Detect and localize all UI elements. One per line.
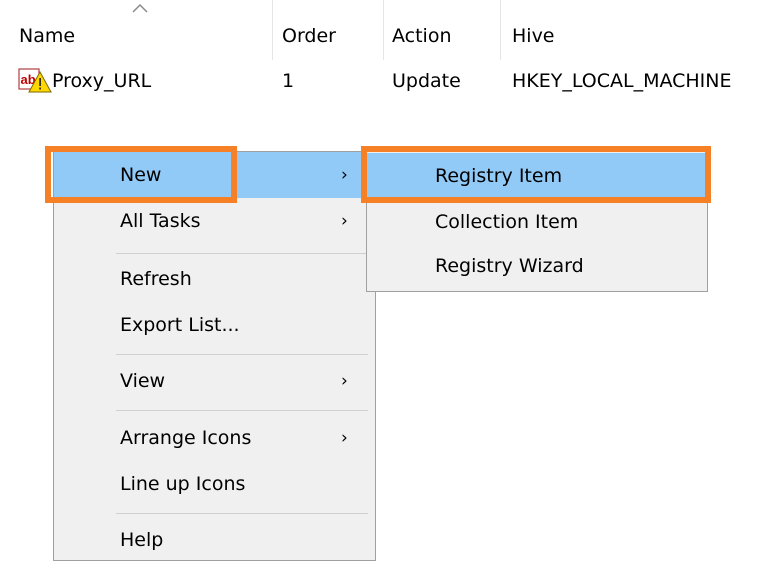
column-divider[interactable] xyxy=(383,0,384,60)
cell-order: 1 xyxy=(282,70,295,92)
submenu-item-registry-wizard[interactable]: Registry Wizard xyxy=(367,243,707,289)
column-divider[interactable] xyxy=(272,0,273,60)
new-submenu: Registry Item Collection Item Registry W… xyxy=(366,151,708,292)
cell-name: Proxy_URL xyxy=(52,70,152,92)
menu-item-new[interactable]: New › xyxy=(54,152,375,198)
submenu-item-registry-item[interactable]: Registry Item xyxy=(367,153,707,199)
menu-separator xyxy=(116,513,368,514)
menu-item-label: View xyxy=(120,370,166,392)
menu-separator xyxy=(116,253,368,254)
submenu-item-collection-item[interactable]: Collection Item xyxy=(367,199,707,245)
submenu-arrow-icon: › xyxy=(341,211,348,231)
menu-separator xyxy=(116,354,368,355)
submenu-arrow-icon: › xyxy=(341,371,348,391)
column-header-hive[interactable]: Hive xyxy=(512,0,555,60)
menu-item-help[interactable]: Help xyxy=(54,517,375,563)
registry-string-value-icon: ab xyxy=(18,68,52,93)
column-header-action[interactable]: Action xyxy=(392,0,452,60)
menu-separator xyxy=(116,410,368,411)
cell-hive: HKEY_LOCAL_MACHINE xyxy=(512,70,732,92)
menu-item-line-up-icons[interactable]: Line up Icons xyxy=(54,461,375,507)
cell-action: Update xyxy=(392,70,461,92)
menu-item-label: Export List... xyxy=(120,314,240,336)
table-row[interactable]: ab Proxy_URL 1 Update HKEY_LOCAL_MACHINE xyxy=(0,60,775,102)
menu-item-label: All Tasks xyxy=(120,210,201,232)
menu-item-all-tasks[interactable]: All Tasks › xyxy=(54,198,375,244)
menu-item-arrange-icons[interactable]: Arrange Icons › xyxy=(54,415,375,461)
menu-item-view[interactable]: View › xyxy=(54,358,375,404)
context-menu: New › All Tasks › Refresh Export List...… xyxy=(53,151,376,561)
submenu-item-label: Collection Item xyxy=(435,211,579,233)
menu-item-label: Line up Icons xyxy=(120,473,246,495)
sort-ascending-icon xyxy=(132,3,148,13)
list-header: Name Order Action Hive xyxy=(0,0,775,60)
menu-item-label: Refresh xyxy=(120,268,192,290)
submenu-arrow-icon: › xyxy=(341,165,348,185)
column-header-name[interactable]: Name xyxy=(19,0,75,60)
column-header-order[interactable]: Order xyxy=(282,0,336,60)
submenu-item-label: Registry Item xyxy=(435,165,563,187)
menu-item-refresh[interactable]: Refresh xyxy=(54,256,375,302)
menu-item-label: Arrange Icons xyxy=(120,427,252,449)
submenu-arrow-icon: › xyxy=(341,428,348,448)
menu-item-label: Help xyxy=(120,529,164,551)
submenu-item-label: Registry Wizard xyxy=(435,255,584,277)
menu-item-export-list[interactable]: Export List... xyxy=(54,302,375,348)
column-divider[interactable] xyxy=(500,0,501,60)
menu-item-label: New xyxy=(120,164,162,186)
